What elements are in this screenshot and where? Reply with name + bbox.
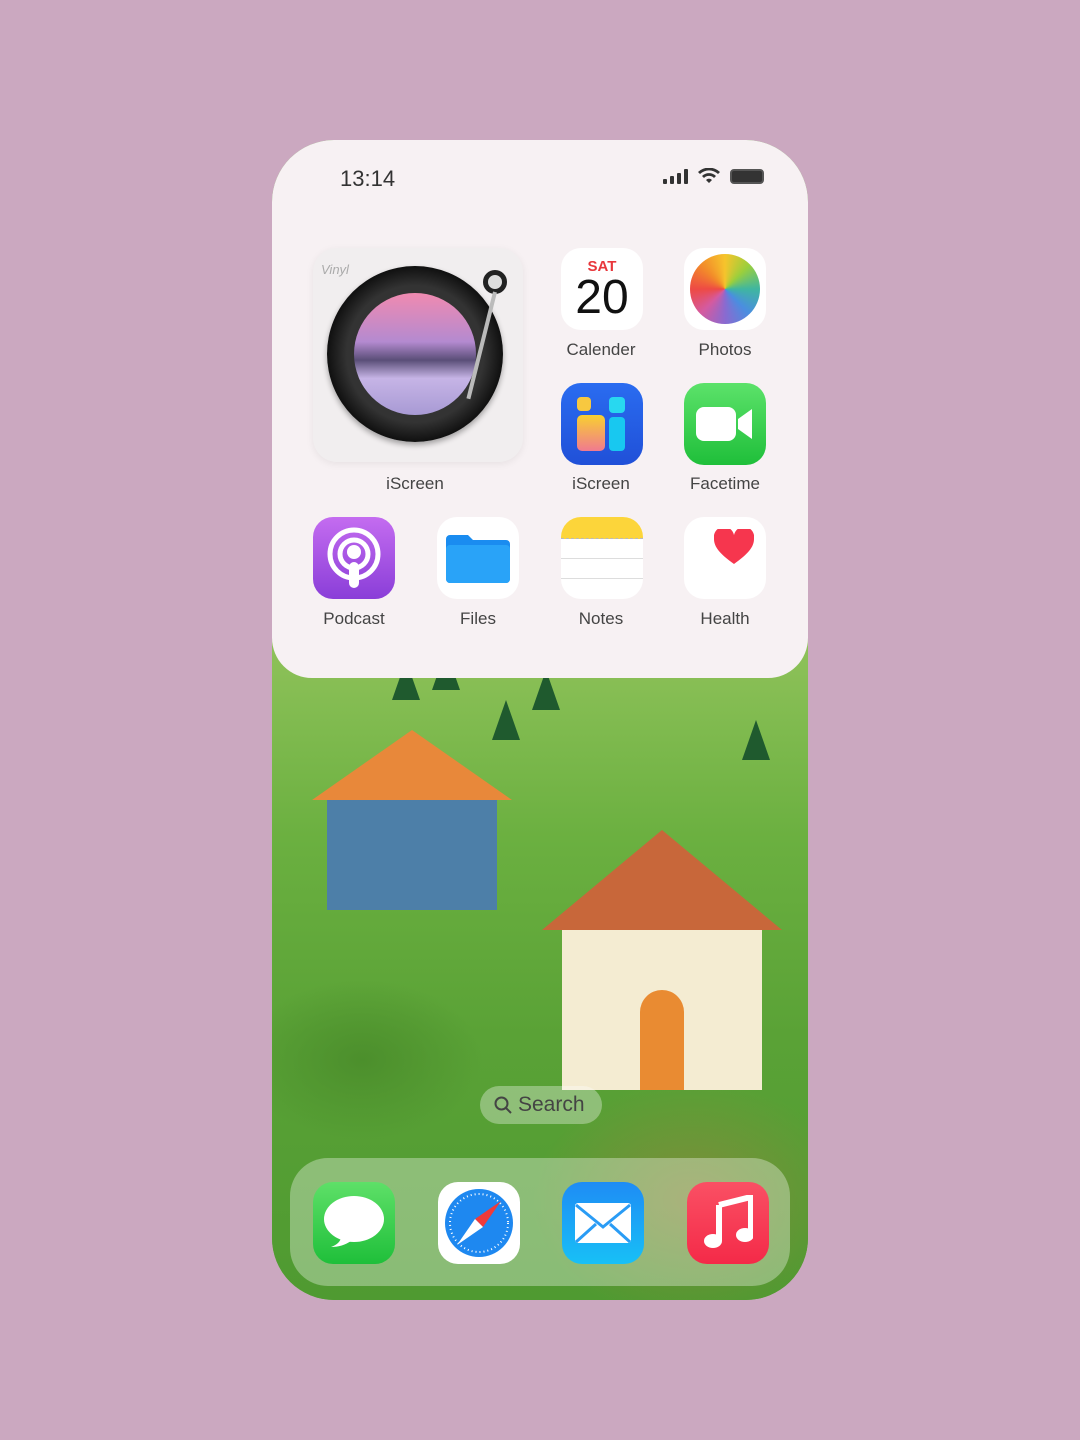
podcast-icon: [327, 527, 381, 588]
app-iscreen[interactable]: [561, 383, 643, 465]
iscreen-icon: [577, 397, 627, 451]
dock-messages[interactable]: [313, 1182, 395, 1264]
app-notes[interactable]: [561, 517, 643, 599]
album-art: [354, 293, 476, 415]
blue-house: [312, 730, 512, 910]
video-camera-icon: [696, 407, 752, 441]
mail-icon: [574, 1203, 632, 1244]
app-label: Facetime: [690, 474, 760, 493]
wifi-icon: [698, 168, 720, 183]
search-label: Search: [518, 1093, 585, 1116]
app-label: Calender: [566, 340, 636, 359]
calendar-date: 20: [575, 270, 629, 324]
app-calendar[interactable]: SAT 20: [561, 248, 643, 330]
app-label: Files: [460, 609, 496, 628]
search-button[interactable]: Search: [480, 1086, 602, 1124]
app-photos[interactable]: [684, 248, 766, 330]
app-files[interactable]: [437, 517, 519, 599]
signal-icon: [663, 169, 688, 184]
app-podcast[interactable]: [313, 517, 395, 599]
widget-brand: Vinyl: [321, 262, 349, 277]
heart-icon: [714, 529, 754, 564]
notes-icon: [561, 517, 643, 539]
widget-label: iScreen: [386, 474, 444, 493]
app-label: Photos: [698, 340, 752, 359]
photos-icon: [690, 254, 760, 324]
status-icons: [663, 168, 764, 184]
safari-icon: [445, 1189, 513, 1257]
search-icon: [494, 1096, 512, 1114]
folder-icon: [446, 535, 510, 583]
widget-panel: 13:14 Vinyl iScreen SAT 20 Calender Phot…: [272, 140, 808, 678]
cream-house: [542, 830, 782, 1090]
music-icon: [704, 1195, 753, 1248]
dock-music[interactable]: [687, 1182, 769, 1264]
status-time: 13:14: [340, 166, 396, 191]
app-label: Podcast: [323, 609, 385, 628]
vinyl-widget[interactable]: Vinyl: [313, 248, 523, 462]
app-label: Health: [700, 609, 750, 628]
messages-icon: [324, 1196, 384, 1247]
app-label: Notes: [578, 609, 624, 628]
dock-mail[interactable]: [562, 1182, 644, 1264]
app-facetime[interactable]: [684, 383, 766, 465]
app-health[interactable]: [684, 517, 766, 599]
battery-icon: [730, 169, 764, 184]
tonearm: [483, 270, 507, 294]
phone-screen: 13:14 Vinyl iScreen SAT 20 Calender Phot…: [272, 140, 808, 1300]
app-label: iScreen: [572, 474, 630, 493]
dock-safari[interactable]: [438, 1182, 520, 1264]
